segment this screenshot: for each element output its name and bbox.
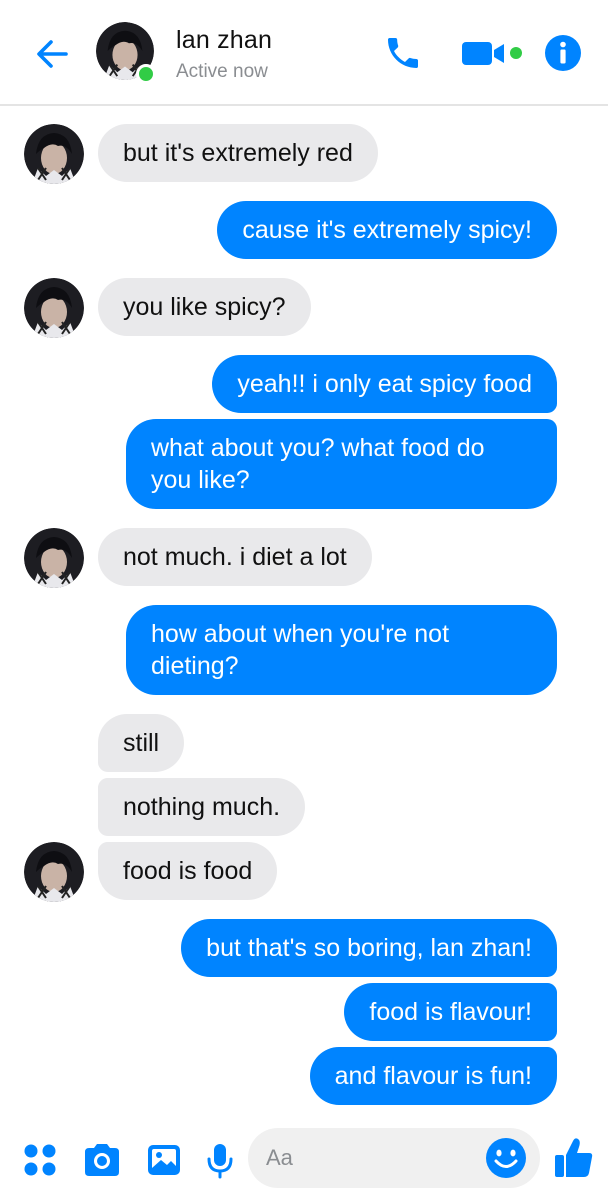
- message-composer: [0, 1118, 608, 1200]
- sender-avatar[interactable]: [24, 278, 84, 338]
- phone-icon: [388, 38, 418, 68]
- info-icon: [545, 35, 581, 71]
- online-status-dot: [136, 64, 156, 84]
- like-button[interactable]: [552, 1134, 596, 1182]
- incoming-message[interactable]: not much. i diet a lot: [98, 528, 372, 586]
- incoming-message[interactable]: still: [98, 714, 185, 772]
- sender-avatar[interactable]: [24, 124, 84, 184]
- conversation-header: lan zhan Active now: [0, 0, 608, 106]
- outgoing-message[interactable]: how about when you're not dieting?: [126, 605, 557, 695]
- voice-call-button[interactable]: [380, 30, 426, 76]
- outgoing-message[interactable]: what about you? what food do you like?: [126, 419, 557, 509]
- sender-avatar[interactable]: [24, 528, 84, 588]
- video-camera-icon: [462, 42, 522, 65]
- thumbs-up-icon: [555, 1138, 593, 1177]
- incoming-message[interactable]: you like spicy?: [98, 278, 311, 336]
- back-button[interactable]: [28, 30, 76, 78]
- incoming-message[interactable]: food is food: [98, 842, 278, 900]
- outgoing-message[interactable]: food is flavour!: [344, 983, 557, 1041]
- image-icon: [148, 1145, 180, 1175]
- outgoing-message[interactable]: yeah!! i only eat spicy food: [212, 355, 557, 413]
- apps-icon: [24, 1144, 56, 1176]
- video-call-button[interactable]: [456, 30, 530, 76]
- message-line: you like?: [151, 466, 250, 494]
- outgoing-message[interactable]: and flavour is fun!: [309, 1047, 557, 1105]
- sender-avatar[interactable]: [24, 842, 84, 902]
- active-status: Active now: [176, 61, 268, 82]
- incoming-message[interactable]: but it's extremely red: [98, 124, 378, 182]
- message-input-container: [248, 1128, 540, 1188]
- microphone-icon: [207, 1144, 233, 1179]
- outgoing-message[interactable]: but that's so boring, lan zhan!: [181, 919, 557, 977]
- apps-button[interactable]: [18, 1138, 62, 1182]
- gallery-button[interactable]: [142, 1138, 186, 1182]
- incoming-message[interactable]: nothing much.: [98, 778, 306, 836]
- emoji-button[interactable]: [484, 1136, 528, 1180]
- outgoing-message[interactable]: cause it's extremely spicy!: [217, 201, 557, 259]
- info-button[interactable]: [540, 30, 586, 76]
- message-input[interactable]: [266, 1128, 486, 1188]
- camera-icon: [85, 1144, 119, 1176]
- message-line: dieting?: [151, 652, 239, 680]
- message-line: what about you? what food do: [151, 434, 485, 462]
- emoji-icon: [486, 1138, 526, 1178]
- message-line: how about when you're not: [151, 620, 450, 648]
- voice-clip-button[interactable]: [198, 1138, 242, 1182]
- camera-button[interactable]: [80, 1138, 124, 1182]
- contact-name[interactable]: lan zhan: [176, 26, 272, 55]
- back-arrow-icon: [37, 40, 68, 68]
